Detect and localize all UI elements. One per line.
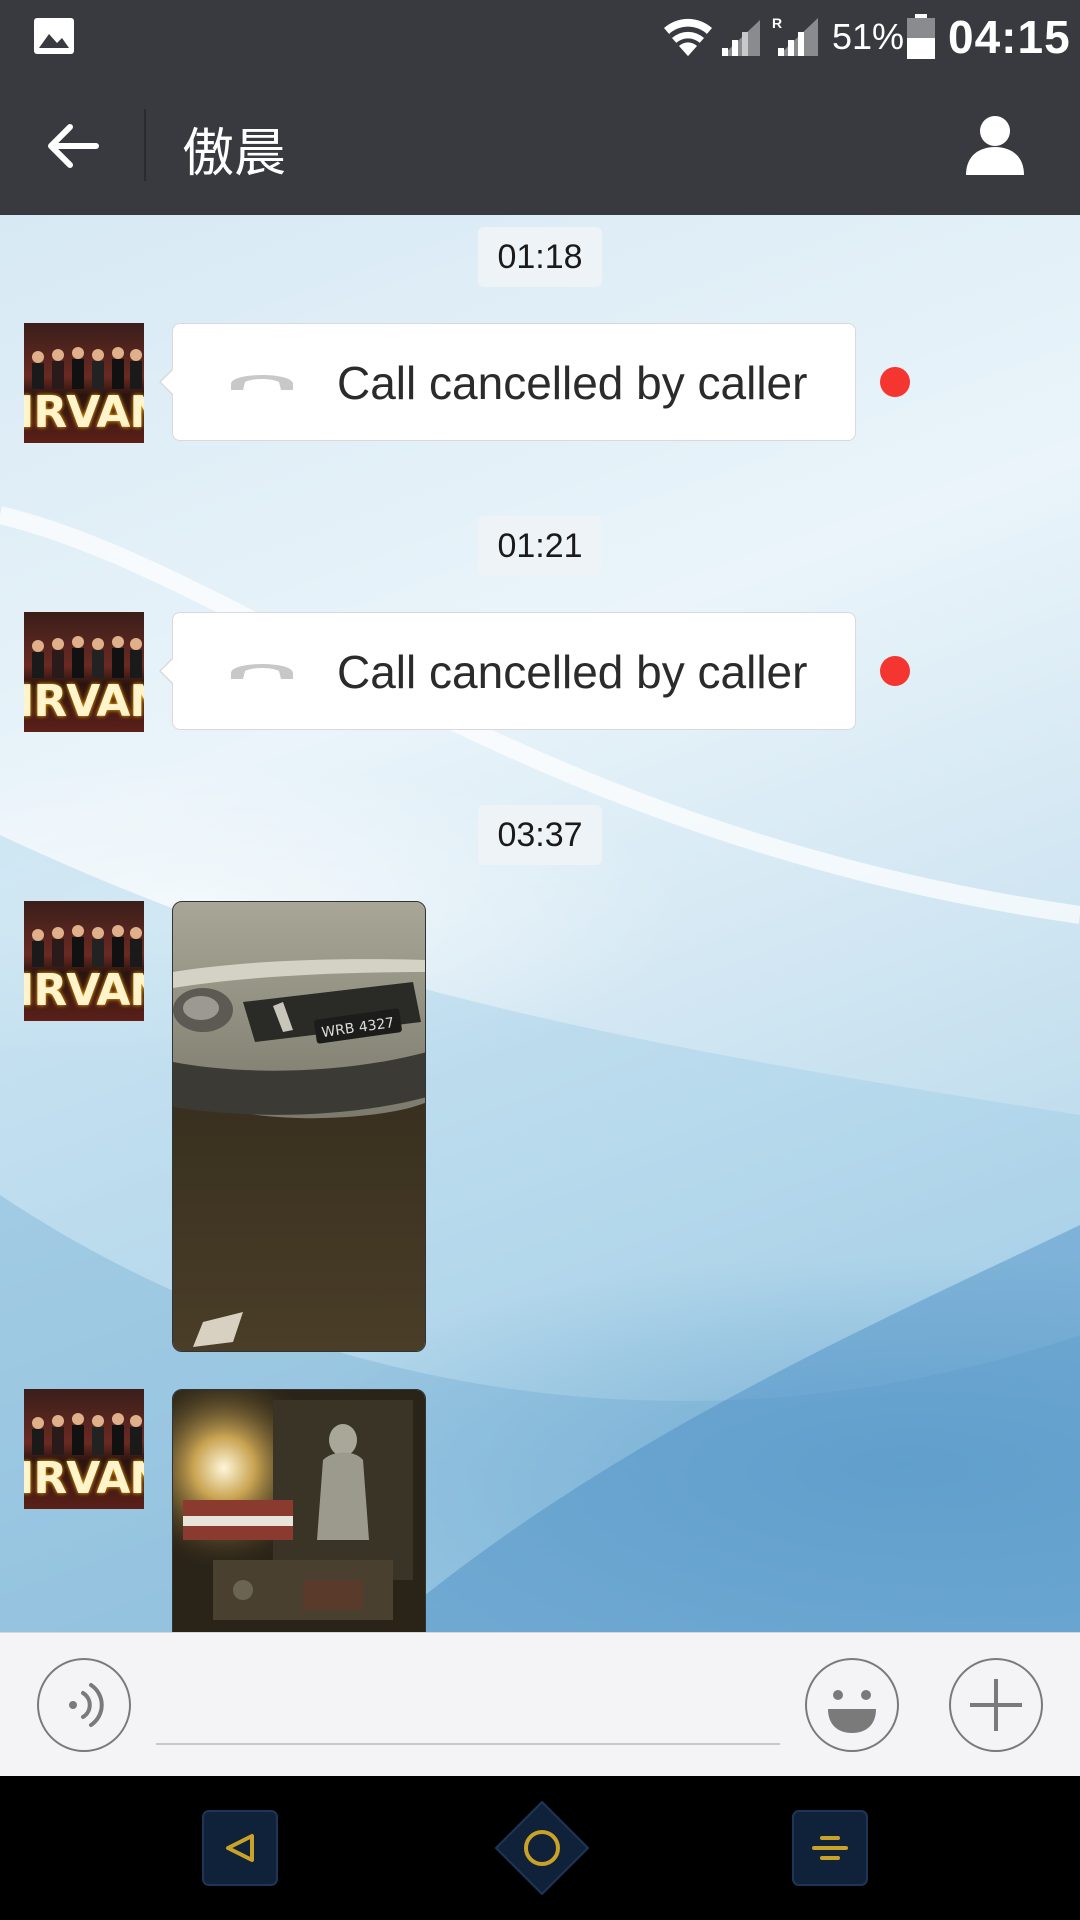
system-nav-bar (0, 1776, 1080, 1920)
car-photo: WRB 4327 (173, 902, 425, 1351)
emoji-button[interactable] (804, 1657, 900, 1753)
avatar-sign-text: IRVANA (24, 1453, 144, 1504)
chat-header: 傲晨 (0, 73, 1080, 215)
nav-home-icon[interactable] (494, 1800, 590, 1896)
more-options-button[interactable] (948, 1657, 1044, 1753)
message-input-bar (0, 1632, 1080, 1776)
image-message[interactable] (172, 1389, 426, 1632)
header-divider (144, 109, 146, 181)
phone-hangup-icon (231, 664, 293, 679)
nav-back-icon[interactable] (202, 1810, 278, 1886)
sender-avatar[interactable]: IRVANA (24, 901, 144, 1021)
avatar-sign-text: IRVANA (24, 387, 144, 438)
sender-avatar[interactable]: IRVANA (24, 1389, 144, 1509)
call-message-bubble[interactable]: Call cancelled by caller (159, 612, 856, 730)
signal-icon (722, 20, 760, 56)
call-status-text: Call cancelled by caller (337, 357, 808, 409)
chat-messages[interactable]: 01:18 IRVANA Call cancelled by caller 01… (0, 215, 1080, 1632)
message-input[interactable] (156, 1673, 780, 1745)
contact-name: 傲晨 (182, 125, 287, 183)
avatar-sign-text: IRVANA (24, 676, 144, 727)
gallery-icon (34, 18, 74, 54)
clock: 04:15 (948, 11, 1071, 63)
message-timestamp: 03:37 (478, 805, 602, 865)
sender-avatar[interactable]: IRVANA (24, 612, 144, 732)
sender-avatar[interactable]: IRVANA (24, 323, 144, 443)
status-bar: R 51% 04:15 (0, 0, 1080, 73)
message-timestamp: 01:18 (478, 227, 602, 287)
back-button[interactable] (40, 113, 106, 179)
battery-percent: 51% (832, 16, 905, 57)
signal-roaming-icon: R (772, 15, 818, 56)
message-timestamp: 01:21 (478, 516, 602, 576)
svg-text:R: R (772, 15, 782, 31)
dashboard-photo (173, 1390, 425, 1632)
unread-dot (880, 367, 910, 397)
voice-input-button[interactable] (36, 1657, 132, 1753)
phone-hangup-icon (231, 375, 293, 390)
wifi-icon (664, 18, 712, 56)
call-message-bubble[interactable]: Call cancelled by caller (159, 323, 856, 441)
battery-icon (907, 14, 935, 59)
avatar-sign-text: IRVANA (24, 965, 144, 1016)
unread-dot (880, 656, 910, 686)
contact-profile-button[interactable] (962, 111, 1028, 177)
call-status-text: Call cancelled by caller (337, 646, 808, 698)
nav-menu-icon[interactable] (792, 1810, 868, 1886)
image-message[interactable]: WRB 4327 (172, 901, 426, 1352)
